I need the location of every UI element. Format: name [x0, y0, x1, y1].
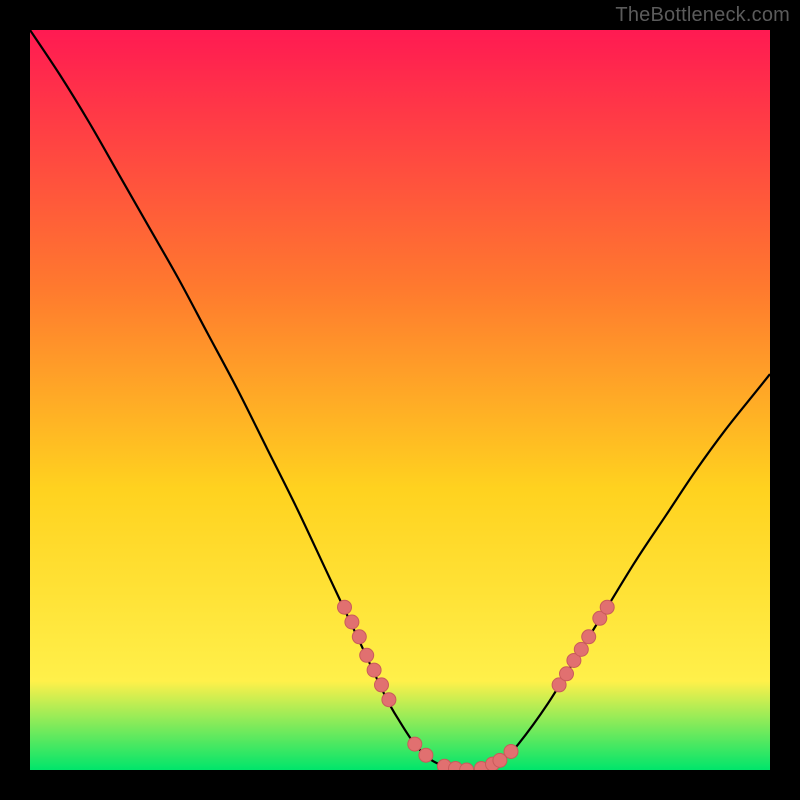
chart-svg — [30, 30, 770, 770]
highlight-dot — [560, 667, 574, 681]
watermark-text: TheBottleneck.com — [615, 4, 790, 27]
highlight-dot — [338, 600, 352, 614]
highlight-dot — [360, 648, 374, 662]
highlight-dot — [574, 642, 588, 656]
plot-area — [30, 30, 770, 770]
highlight-dot — [582, 630, 596, 644]
highlight-dot — [382, 693, 396, 707]
gradient-background — [30, 30, 770, 770]
highlight-dot — [408, 737, 422, 751]
highlight-dot — [375, 678, 389, 692]
highlight-dot — [600, 600, 614, 614]
highlight-dot — [352, 630, 366, 644]
highlight-dot — [419, 748, 433, 762]
highlight-dot — [345, 615, 359, 629]
chart-stage: TheBottleneck.com — [0, 0, 800, 800]
highlight-dot — [367, 663, 381, 677]
highlight-dot — [504, 745, 518, 759]
